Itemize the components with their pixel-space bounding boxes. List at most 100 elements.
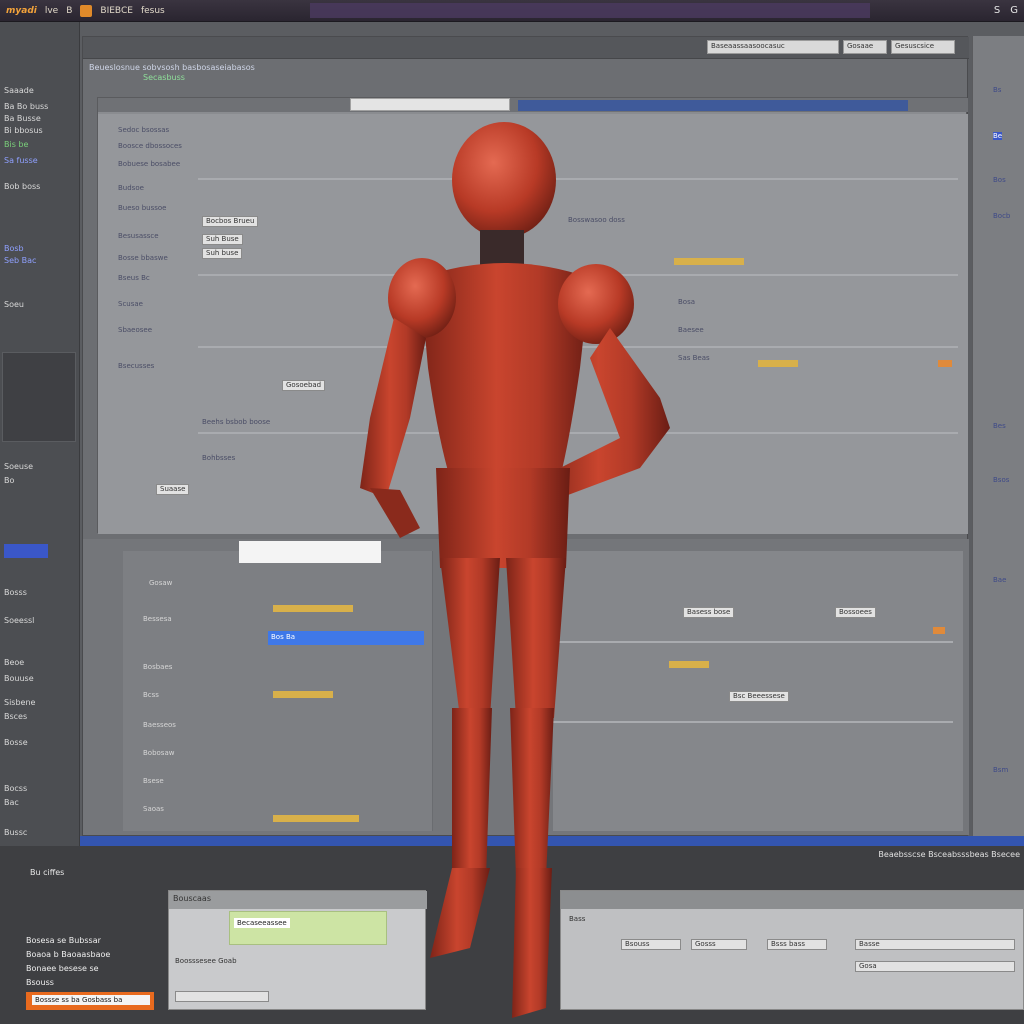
dialog-text: Boosssesee Goab [175,957,237,965]
list-item[interactable]: Bosesa se Bubssar [26,936,101,945]
sidebar-item[interactable]: Bsces [4,712,27,721]
app-icon[interactable] [80,4,93,17]
sidebar-item[interactable]: Bosb [4,244,24,253]
sidebar-item-active[interactable]: Be [993,132,1003,140]
section-header: Bu ciffes [30,868,65,877]
highlighted-field[interactable]: Bossse ss ba Gosbass ba [26,992,154,1010]
list-item[interactable]: Bosse bbaswe [118,254,168,262]
sidebar-item[interactable]: Soeessl [4,616,34,625]
panel-button[interactable]: Suh buse [202,248,243,259]
sidebar-item[interactable]: Sisbene [4,698,35,707]
sidebar-item[interactable]: Bocb [993,212,1010,220]
sidebar-item[interactable]: Soeu [4,300,24,309]
list-item[interactable]: Bseus Bc [118,274,150,282]
list-item[interactable]: Bessesa [143,615,172,623]
sidebar-item[interactable]: Bob boss [4,182,40,191]
panel-button[interactable]: Bocbos Brueu [202,216,259,227]
robot-left-thigh [440,558,500,718]
sidebar-item[interactable]: Bussc [4,828,27,837]
list-item[interactable]: Sedoc bsossas [118,126,169,134]
list-item[interactable]: Bohbsses [202,454,235,462]
list-item[interactable]: Bueso bussoe [118,204,166,212]
list-item[interactable]: Sbaeosee [118,326,152,334]
sidebar-item[interactable]: Bs [993,86,1001,94]
dialog-field[interactable]: Gosa [855,961,1015,972]
robot-neck [480,230,524,266]
sidebar-item[interactable]: Bae [993,576,1006,584]
list-item[interactable]: Beehs bsbob boose [202,418,270,426]
list-item[interactable]: Bobuese bosabee [118,160,180,168]
list-item[interactable]: Gosaw [149,579,172,587]
sidebar-selected[interactable] [4,544,48,558]
detail-button[interactable]: Bossoees [835,607,876,618]
sidebar-item[interactable]: Bsos [993,476,1009,484]
sidebar-item[interactable]: Bsm [993,766,1008,774]
panel-title-strip [518,100,908,111]
sidebar-item[interactable]: Bosse [4,738,28,747]
status-icon[interactable]: S [994,5,1000,16]
tag [273,691,333,698]
sidebar-item[interactable]: Ba Bo buss [4,102,48,111]
top-menu-bar: myadi lve B BIEBCE fesus S G [0,0,1024,22]
detail-button[interactable]: Bsc Beeessese [729,691,789,702]
list-item[interactable]: Saoas [143,805,164,813]
panel-button[interactable]: Suh Buse [202,234,243,245]
robot-right-foot [512,868,552,1018]
list-item[interactable]: Besusassce [118,232,159,240]
list-item[interactable]: Scusae [118,300,143,308]
robot-hips [436,468,570,568]
list-item[interactable]: Boaoa b Baoaasbaoe [26,950,110,959]
list-item[interactable]: Bsese [143,777,164,785]
sidebar-item[interactable]: Bac [4,798,19,807]
list-item[interactable]: Bsouss [26,978,54,987]
robot-left-arm [360,318,426,498]
dialog-button[interactable]: Bsss bass [767,939,827,950]
sidebar-item[interactable]: Bouuse [4,674,34,683]
panel-titlebar [98,98,968,112]
highlighted-field-value: Bossse ss ba Gosbass ba [32,995,150,1005]
toolbar-field[interactable]: Gesuscsice [891,40,955,54]
brand-label[interactable]: myadi [6,6,37,16]
menu-item[interactable]: fesus [141,6,165,16]
panel-button[interactable]: Suaase [156,484,190,495]
sidebar-item[interactable]: Ba Busse [4,114,41,123]
panel-button[interactable]: Gosoebad [282,380,326,391]
robot-right-shin [510,708,554,878]
sidebar-item-active[interactable]: Bis be [4,140,28,149]
list-item[interactable]: Budsoe [118,184,144,192]
dialog-input-value: Becaseeassee [234,918,290,928]
sidebar-item[interactable]: Bosss [4,588,27,597]
main-toolbar: Baseaassaasoocasuc Gosaae Gesuscsice [83,37,969,59]
sidebar-item[interactable]: Sa fusse [4,156,38,165]
sidebar-item[interactable]: Bocss [4,784,27,793]
toolbar-field[interactable]: Baseaassaasoocasuc [707,40,839,54]
tag [758,360,798,367]
sidebar-item[interactable]: Bo [4,476,14,485]
list-item[interactable]: Bcss [143,691,159,699]
menu-item[interactable]: BIEBCE [100,6,133,16]
settings-icon[interactable]: G [1010,5,1018,16]
sidebar-item[interactable]: Bes [993,422,1006,430]
list-item[interactable]: Bonaee besese se [26,964,99,973]
list-item[interactable]: Bobosaw [143,749,174,757]
bottom-status-text: Beaebsscse Bsceabsssbeas Bsecee [878,850,1020,859]
list-item[interactable]: Bsecusses [118,362,154,370]
sidebar-item[interactable]: Beoe [4,658,24,667]
sidebar-item[interactable]: Seb Bac [4,256,36,265]
panel-search-input[interactable] [350,98,510,111]
toolbar-field[interactable]: Gosaae [843,40,887,54]
status-text: Secasbuss [143,73,185,82]
sidebar-item[interactable]: Saaade [4,86,34,95]
sidebar-item[interactable]: Bos [993,176,1006,184]
menu-item[interactable]: B [66,6,72,16]
menu-item[interactable]: lve [45,6,58,16]
tag [933,627,945,634]
list-item[interactable]: Bosbaes [143,663,172,671]
sidebar-item[interactable]: Bi bbosus [4,126,43,135]
dialog-field[interactable]: Basse [855,939,1015,950]
list-item[interactable]: Boosce dbossoces [118,142,182,150]
dialog-field[interactable] [175,991,269,1002]
list-item[interactable]: Baesseos [143,721,176,729]
sidebar-item[interactable]: Soeuse [4,462,33,471]
robot-figure-image [360,122,670,1018]
